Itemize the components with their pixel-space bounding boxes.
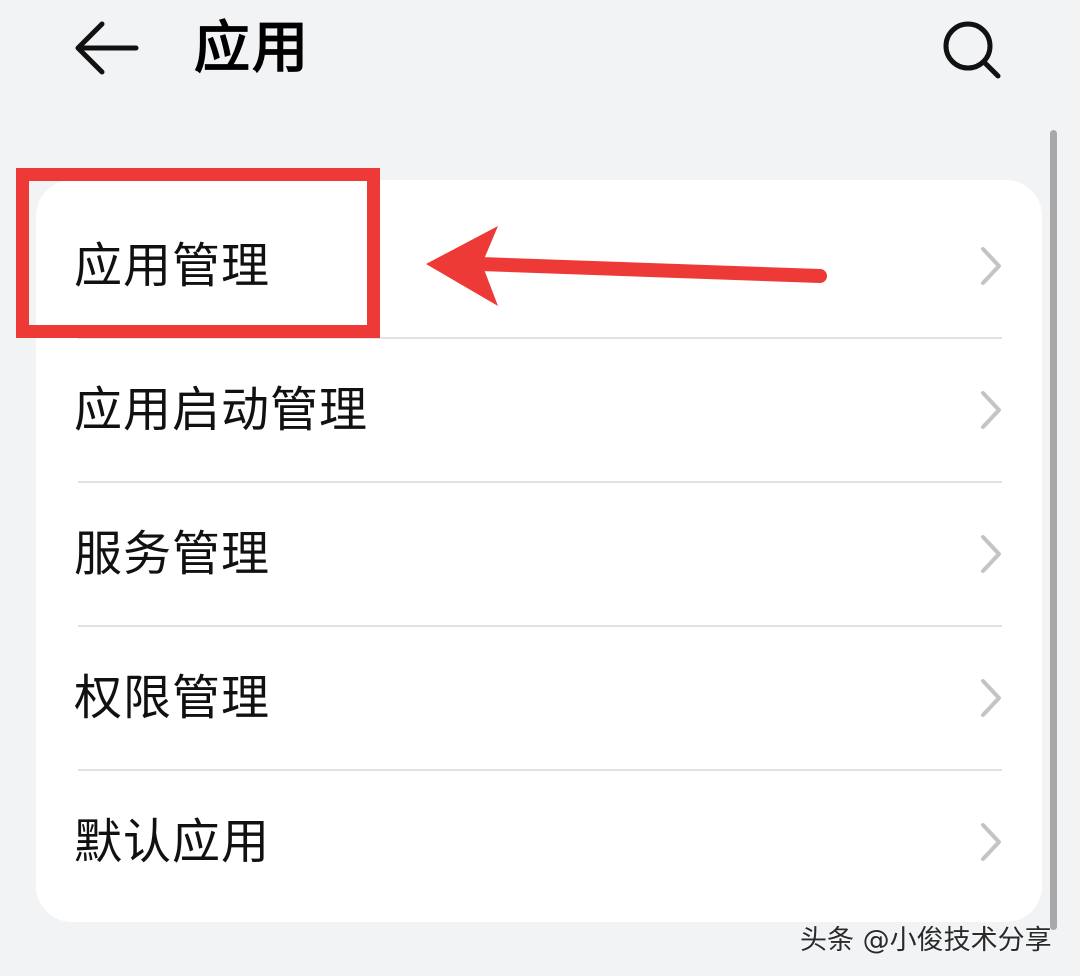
scrollbar[interactable] xyxy=(1050,130,1057,930)
chevron-right-icon xyxy=(981,391,1001,429)
chevron-right-icon xyxy=(981,679,1001,717)
menu-item-label: 应用启动管理 xyxy=(74,382,369,438)
menu-item-label: 默认应用 xyxy=(74,814,271,870)
chevron-right-icon xyxy=(981,535,1001,573)
back-button[interactable] xyxy=(66,14,146,84)
menu-item-label: 服务管理 xyxy=(74,526,271,582)
red-arrow-left-icon xyxy=(426,226,827,306)
highlight-box xyxy=(16,168,380,338)
header-bar: 应用 xyxy=(0,0,1080,110)
menu-item-default-apps[interactable]: 默认应用 xyxy=(36,770,1042,914)
chevron-right-icon xyxy=(981,823,1001,861)
menu-item-service-management[interactable]: 服务管理 xyxy=(36,482,1042,626)
page-title: 应用 xyxy=(194,16,310,81)
menu-item-permission-management[interactable]: 权限管理 xyxy=(36,626,1042,770)
chevron-right-icon xyxy=(981,247,1001,285)
menu-item-app-launch-management[interactable]: 应用启动管理 xyxy=(36,338,1042,482)
search-icon xyxy=(943,21,1001,79)
search-button[interactable] xyxy=(930,12,1012,86)
menu-item-label: 权限管理 xyxy=(74,670,271,726)
arrow-left-icon xyxy=(75,21,139,75)
watermark: 头条 @小俊技术分享 xyxy=(800,925,1052,956)
